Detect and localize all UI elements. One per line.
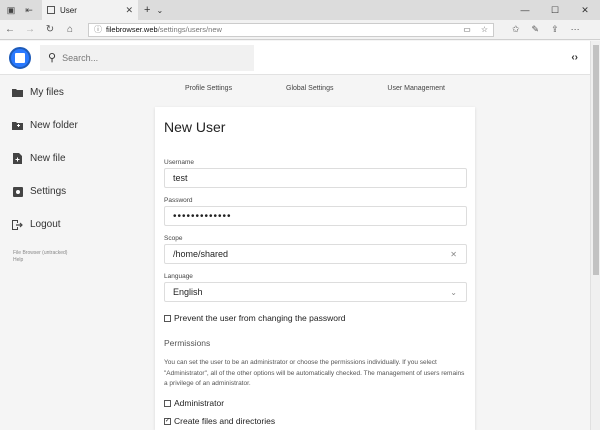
set-aside-tabs-icon[interactable]: ⇤ [22, 3, 36, 17]
search-box[interactable]: ⚲ Search... [40, 44, 254, 71]
administrator-row[interactable]: Administrator [164, 398, 224, 408]
favorite-star-icon[interactable]: ☆ [481, 25, 488, 34]
gear-icon [12, 186, 23, 197]
username-value: test [173, 173, 188, 183]
language-label: Language [164, 273, 193, 280]
sidebar: My files New folder New file Settings Lo… [0, 76, 140, 264]
folder-icon [12, 87, 23, 98]
browser-tab-bar: ▣ ⇤ User ✕ + ⌄ — ☐ ✕ [0, 0, 600, 20]
version-text: File Browser (untracked) [13, 250, 68, 256]
app-header: ⚲ Search... ‹› [0, 41, 590, 75]
sidebar-item-label: New folder [30, 120, 78, 131]
create-files-label: Create files and directories [174, 416, 276, 426]
browser-toolbar: ← → ↻ ⌂ ⓘ filebrowser.web /settings/user… [0, 20, 600, 40]
window-controls: — ☐ ✕ [510, 0, 600, 20]
url-path: /settings/users/new [157, 25, 222, 34]
new-file-icon [12, 153, 23, 164]
close-window-icon[interactable]: ✕ [570, 0, 600, 20]
scrollbar-thumb[interactable] [593, 45, 599, 275]
maximize-icon[interactable]: ☐ [540, 0, 570, 20]
password-value: ••••••••••••• [173, 210, 232, 222]
tab-profile-settings[interactable]: Profile Settings [185, 85, 232, 92]
sidebar-footer: File Browser (untracked) Help [0, 250, 140, 264]
minimize-icon[interactable]: — [510, 0, 540, 20]
scope-value: /home/shared [173, 249, 229, 259]
sidebar-item-label: Settings [30, 186, 67, 197]
url-host: filebrowser.web [106, 25, 158, 34]
sidebar-item-label: New file [30, 153, 66, 164]
tab-title: User [60, 5, 77, 15]
address-bar[interactable]: ⓘ filebrowser.web /settings/users/new ▭ … [88, 22, 494, 37]
permissions-title: Permissions [164, 338, 211, 348]
prevent-password-change-label: Prevent the user from changing the passw… [174, 313, 346, 323]
scope-label: Scope [164, 235, 183, 242]
sidebar-item-new-folder[interactable]: New folder [0, 109, 140, 142]
password-label: Password [164, 197, 193, 204]
refresh-icon[interactable]: ↻ [40, 24, 60, 35]
reading-view-icon[interactable]: ▭ [463, 25, 471, 34]
prevent-password-change-checkbox[interactable] [164, 314, 171, 322]
new-folder-icon [12, 120, 23, 131]
clear-icon[interactable]: ✕ [450, 250, 457, 259]
username-field[interactable]: test [164, 168, 467, 188]
page-title: New User [164, 119, 226, 135]
search-icon: ⚲ [48, 52, 57, 64]
pen-icon[interactable]: ✎ [532, 24, 540, 35]
permissions-help-text: You can set the user to be an administra… [164, 359, 465, 387]
username-label: Username [164, 159, 194, 166]
site-info-icon[interactable]: ⓘ [94, 24, 102, 35]
forward-icon[interactable]: → [20, 24, 40, 35]
chevron-down-icon: ⌄ [450, 287, 457, 297]
new-user-card: New User Username test Password ••••••••… [155, 107, 475, 430]
tab-actions-icon[interactable]: ▣ [4, 3, 18, 17]
page-scrollbar[interactable] [590, 41, 600, 430]
new-tab-icon[interactable]: + [144, 4, 150, 16]
administrator-label: Administrator [174, 398, 225, 408]
logout-icon [12, 219, 23, 230]
close-tab-icon[interactable]: ✕ [125, 5, 133, 16]
sidebar-item-logout[interactable]: Logout [0, 208, 140, 241]
administrator-checkbox[interactable] [164, 399, 171, 407]
sidebar-item-label: Logout [30, 219, 61, 230]
help-link[interactable]: Help [13, 257, 140, 264]
scope-field[interactable]: /home/shared ✕ [164, 244, 467, 264]
language-select[interactable]: English ⌄ [164, 282, 467, 302]
page-favicon-icon [47, 6, 55, 14]
back-icon[interactable]: ← [0, 24, 20, 35]
sidebar-item-settings[interactable]: Settings [0, 175, 140, 208]
language-value: English [173, 287, 203, 297]
prevent-password-change-row[interactable]: Prevent the user from changing the passw… [164, 313, 346, 323]
search-input[interactable]: Search... [62, 53, 98, 63]
create-files-checkbox[interactable]: ✓ [164, 417, 171, 425]
sidebar-item-label: My files [30, 87, 64, 98]
more-icon[interactable]: ⋯ [571, 24, 580, 35]
settings-tabs: Profile Settings Global Settings User Ma… [155, 78, 475, 98]
share-icon[interactable]: ⇪ [551, 24, 559, 35]
create-files-row[interactable]: ✓ Create files and directories [164, 416, 275, 426]
browser-tab[interactable]: User ✕ [42, 0, 138, 20]
code-icon[interactable]: ‹› [571, 52, 578, 63]
tab-list-chevron-icon[interactable]: ⌄ [156, 6, 163, 15]
home-icon[interactable]: ⌂ [60, 24, 80, 35]
tab-user-management[interactable]: User Management [387, 85, 445, 92]
filebrowser-logo[interactable] [9, 46, 31, 69]
tab-global-settings[interactable]: Global Settings [286, 85, 333, 92]
sidebar-item-new-file[interactable]: New file [0, 142, 140, 175]
password-field[interactable]: ••••••••••••• [164, 206, 467, 226]
favorites-icon[interactable]: ✩ [512, 24, 520, 35]
sidebar-item-my-files[interactable]: My files [0, 76, 140, 109]
